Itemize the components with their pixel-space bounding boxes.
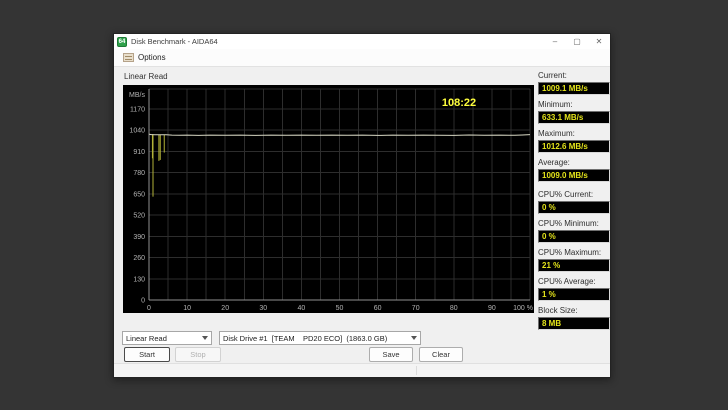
stat-value: 1012.6 MB/s <box>538 140 610 153</box>
svg-text:100 %: 100 % <box>513 305 533 312</box>
close-button[interactable]: ✕ <box>588 34 610 49</box>
stat-value: 1 % <box>538 288 610 301</box>
stat-value: 1009.0 MB/s <box>538 169 610 182</box>
stat-cpu-average: CPU% Average: 1 % <box>538 277 610 301</box>
disk-benchmark-window: 64 Disk Benchmark - AIDA64 – ▢ ✕ Options… <box>113 33 611 378</box>
svg-text:50: 50 <box>336 305 344 312</box>
disk-drive-value: Disk Drive #1 [TEAM PD20 ECO] (1863.0 GB… <box>223 333 388 343</box>
maximize-button[interactable]: ▢ <box>566 34 588 49</box>
stat-label: CPU% Current: <box>538 190 594 199</box>
minimize-button[interactable]: – <box>544 34 566 49</box>
stat-label: Current: <box>538 71 567 80</box>
menu-item-options[interactable]: Options <box>119 51 170 65</box>
svg-text:0: 0 <box>141 298 145 305</box>
svg-text:20: 20 <box>221 305 229 312</box>
desktop-background: 64 Disk Benchmark - AIDA64 – ▢ ✕ Options… <box>0 0 728 410</box>
svg-text:10: 10 <box>183 305 191 312</box>
status-bar <box>114 363 610 377</box>
stat-cpu-maximum: CPU% Maximum: 21 % <box>538 248 610 272</box>
window-title: Disk Benchmark - AIDA64 <box>131 37 218 46</box>
elapsed-time: 108:22 <box>442 97 476 109</box>
svg-text:60: 60 <box>374 305 382 312</box>
stat-value: 21 % <box>538 259 610 272</box>
svg-text:80: 80 <box>450 305 458 312</box>
stat-label: Minimum: <box>538 100 573 109</box>
clear-button[interactable]: Clear <box>419 347 463 362</box>
stat-value: 633.1 MB/s <box>538 111 610 124</box>
svg-text:1170: 1170 <box>130 107 145 114</box>
chart-canvas: MB/s 0 130 260 390 520 650 780 910 1040 1170 0 10 20 3… <box>129 88 533 312</box>
save-button[interactable]: Save <box>369 347 413 362</box>
stat-value: 8 MB <box>538 317 610 330</box>
svg-text:650: 650 <box>133 191 145 198</box>
svg-text:40: 40 <box>298 305 306 312</box>
stat-average: Average: 1009.0 MB/s <box>538 158 610 182</box>
options-icon <box>123 53 134 62</box>
stat-cpu-minimum: CPU% Minimum: 0 % <box>538 219 610 243</box>
stop-button[interactable]: Stop <box>175 347 221 362</box>
stat-value: 0 % <box>538 230 610 243</box>
test-type-value: Linear Read <box>126 333 167 343</box>
svg-text:0: 0 <box>147 305 151 312</box>
svg-text:910: 910 <box>133 149 145 156</box>
stat-minimum: Minimum: 633.1 MB/s <box>538 100 610 124</box>
title-bar[interactable]: 64 Disk Benchmark - AIDA64 – ▢ ✕ <box>114 34 610 49</box>
status-bar-divider <box>416 366 417 375</box>
svg-text:780: 780 <box>133 170 145 177</box>
stat-cpu-current: CPU% Current: 0 % <box>538 190 610 214</box>
svg-text:260: 260 <box>133 255 145 262</box>
svg-text:90: 90 <box>488 305 496 312</box>
svg-text:520: 520 <box>133 213 145 220</box>
disk-drive-select[interactable]: Disk Drive #1 [TEAM PD20 ECO] (1863.0 GB… <box>219 331 421 345</box>
stat-value: 0 % <box>538 201 610 214</box>
menu-bar: Options <box>114 49 610 67</box>
benchmark-type-heading: Linear Read <box>124 72 168 81</box>
svg-text:MB/s: MB/s <box>129 92 145 99</box>
stat-block-size: Block Size: 8 MB <box>538 306 610 330</box>
chevron-down-icon <box>411 336 417 340</box>
test-type-select[interactable]: Linear Read <box>122 331 212 345</box>
stat-label: CPU% Minimum: <box>538 219 599 228</box>
stat-label: Maximum: <box>538 129 575 138</box>
stat-value: 1009.1 MB/s <box>538 82 610 95</box>
aida64-app-icon: 64 <box>117 36 127 47</box>
stat-label: Average: <box>538 158 570 167</box>
menu-item-label: Options <box>138 53 166 62</box>
stat-maximum: Maximum: 1012.6 MB/s <box>538 129 610 153</box>
chevron-down-icon <box>202 336 208 340</box>
stat-current: Current: 1009.1 MB/s <box>538 71 610 95</box>
svg-text:70: 70 <box>412 305 420 312</box>
stats-panel: Current: 1009.1 MB/s Minimum: 633.1 MB/s… <box>538 71 610 335</box>
svg-text:390: 390 <box>133 234 145 241</box>
stat-label: Block Size: <box>538 306 578 315</box>
start-button[interactable]: Start <box>124 347 170 362</box>
benchmark-chart: MB/s 0 130 260 390 520 650 780 910 1040 1170 0 10 20 3… <box>123 85 534 313</box>
svg-text:1040: 1040 <box>129 128 145 135</box>
stat-label: CPU% Average: <box>538 277 596 286</box>
svg-text:30: 30 <box>259 305 267 312</box>
svg-text:130: 130 <box>133 276 145 283</box>
stat-label: CPU% Maximum: <box>538 248 602 257</box>
